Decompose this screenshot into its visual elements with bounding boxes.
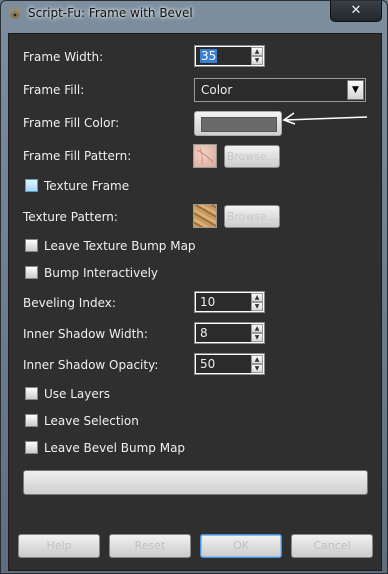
beveling-index-up-arrow-icon[interactable]: ▲ (251, 293, 263, 302)
frame-fill-select[interactable]: Color ▼ (194, 78, 366, 102)
frame-fill-pattern-preview (193, 144, 217, 168)
leave-texture-bump-map-checkbox[interactable] (25, 239, 38, 252)
use-layers-label: Use Layers (44, 387, 110, 401)
beveling-index-down-arrow-icon[interactable]: ▼ (251, 302, 263, 311)
beveling-index-spinner[interactable]: 10 ▲ ▼ (194, 291, 265, 313)
inner-shadow-opacity-down-arrow-icon[interactable]: ▼ (251, 364, 263, 373)
frame-width-up-arrow-icon[interactable]: ▲ (251, 47, 263, 56)
window-title: Script-Fu: Frame with Bevel (28, 6, 193, 20)
frame-fill-color-label: Frame Fill Color: (23, 116, 120, 130)
beveling-index-input[interactable]: 10 (196, 293, 252, 311)
frame-fill-color-button[interactable] (194, 111, 282, 136)
leave-bevel-bump-map-label: Leave Bevel Bump Map (44, 441, 186, 455)
ok-button[interactable]: OK (200, 534, 282, 558)
reset-button[interactable]: Reset (109, 534, 191, 558)
frame-fill-value: Color (201, 83, 233, 97)
inner-shadow-width-down-arrow-icon[interactable]: ▼ (251, 333, 263, 342)
frame-fill-pattern-label: Frame Fill Pattern: (23, 149, 132, 163)
title-bar[interactable]: Script-Fu: Frame with Bevel ✕ (1, 1, 387, 27)
texture-pattern-preview (193, 204, 217, 228)
frame-width-spinner[interactable]: 35 ▲ ▼ (194, 45, 265, 67)
inner-shadow-opacity-up-arrow-icon[interactable]: ▲ (251, 355, 263, 364)
inner-shadow-opacity-label: Inner Shadow Opacity: (23, 358, 159, 372)
leave-selection-label: Leave Selection (44, 414, 139, 428)
texture-pattern-browse-button[interactable]: Browse... (224, 205, 280, 228)
leave-selection-checkbox[interactable] (25, 414, 38, 427)
gimp-icon (10, 7, 20, 19)
chevron-down-icon[interactable]: ▼ (347, 80, 364, 100)
texture-frame-checkbox[interactable] (25, 179, 38, 192)
annotation-arrow-icon (282, 112, 368, 125)
leave-bevel-bump-map-checkbox[interactable] (25, 441, 38, 454)
inner-shadow-opacity-input[interactable]: 50 (196, 355, 252, 373)
skin-pattern-icon (196, 147, 214, 165)
inner-shadow-width-input[interactable]: 8 (196, 324, 252, 342)
progress-bar (23, 470, 368, 495)
frame-width-input[interactable]: 35 (196, 47, 252, 65)
leave-texture-bump-map-label: Leave Texture Bump Map (44, 239, 196, 253)
cancel-button[interactable]: Cancel (291, 534, 373, 558)
frame-width-label: Frame Width: (23, 50, 104, 64)
use-layers-checkbox[interactable] (25, 387, 38, 400)
frame-width-down-arrow-icon[interactable]: ▼ (251, 56, 263, 65)
help-button[interactable]: Help (18, 534, 100, 558)
bump-interactively-label: Bump Interactively (44, 266, 159, 280)
close-button[interactable]: ✕ (330, 1, 382, 22)
frame-width-value: 35 (200, 49, 218, 63)
close-icon: ✕ (350, 3, 362, 18)
frame-fill-label: Frame Fill: (23, 83, 85, 97)
inner-shadow-width-label: Inner Shadow Width: (23, 327, 148, 341)
beveling-index-label: Beveling Index: (23, 296, 116, 310)
inner-shadow-width-spinner[interactable]: 8 ▲ ▼ (194, 322, 265, 344)
inner-shadow-width-up-arrow-icon[interactable]: ▲ (251, 324, 263, 333)
frame-fill-pattern-browse-button[interactable]: Browse... (224, 145, 280, 168)
texture-pattern-label: Texture Pattern: (23, 210, 118, 224)
inner-shadow-opacity-spinner[interactable]: 50 ▲ ▼ (194, 353, 265, 375)
bump-interactively-checkbox[interactable] (25, 266, 38, 279)
texture-frame-label: Texture Frame (44, 179, 130, 193)
dialog-window: Script-Fu: Frame with Bevel ✕ Frame Widt… (0, 0, 388, 574)
color-swatch (201, 117, 277, 132)
